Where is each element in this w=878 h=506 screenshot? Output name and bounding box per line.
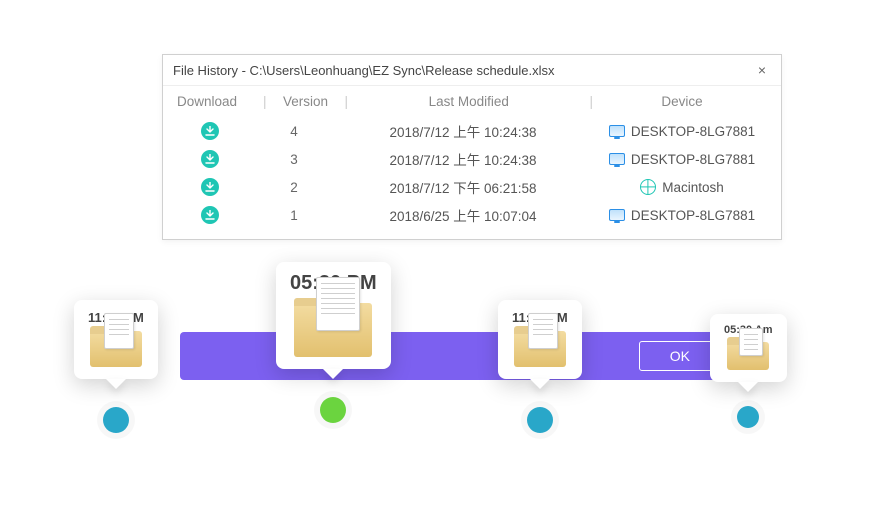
- cell-version: 4: [259, 124, 329, 139]
- cell-modified: 2018/6/25 上午 10:07:04: [329, 205, 597, 225]
- window-title: File History - C:\Users\Leonhuang\EZ Syn…: [173, 63, 753, 78]
- cell-version: 2: [259, 180, 329, 195]
- cell-modified: 2018/7/12 上午 10:24:38: [329, 121, 597, 141]
- document-icon: [104, 313, 134, 349]
- timeline-dot[interactable]: [737, 406, 759, 428]
- download-icon[interactable]: [201, 178, 219, 196]
- document-icon: [528, 313, 558, 349]
- cell-device: DESKTOP-8LG7881: [597, 208, 767, 223]
- titlebar: File History - C:\Users\Leonhuang\EZ Syn…: [163, 55, 781, 86]
- download-icon[interactable]: [201, 206, 219, 224]
- cell-modified: 2018/7/12 下午 06:21:58: [329, 177, 597, 197]
- version-card[interactable]: 11:30 PM: [498, 300, 582, 379]
- monitor-icon: [609, 209, 625, 221]
- cell-version: 3: [259, 152, 329, 167]
- document-icon: [739, 328, 763, 356]
- table-row: 2 2018/7/12 下午 06:21:58 Macintosh: [177, 173, 767, 201]
- timeline-marker: 05:30 Am: [710, 314, 787, 428]
- cell-device: Macintosh: [597, 179, 767, 195]
- header-separator: |: [341, 94, 353, 109]
- cell-device: DESKTOP-8LG7881: [597, 152, 767, 167]
- download-icon[interactable]: [201, 150, 219, 168]
- header-separator: |: [259, 94, 271, 109]
- document-icon: [316, 277, 360, 331]
- cell-device: DESKTOP-8LG7881: [597, 124, 767, 139]
- monitor-icon: [609, 153, 625, 165]
- timeline-dot[interactable]: [527, 407, 553, 433]
- timeline-marker: 11:30 PM: [498, 300, 582, 433]
- ok-button[interactable]: OK: [639, 341, 721, 371]
- action-ribbon: OK: [180, 332, 755, 380]
- header-download: Download: [177, 94, 259, 109]
- version-card[interactable]: 05:30 Am: [710, 314, 787, 382]
- cell-modified: 2018/7/12 上午 10:24:38: [329, 149, 597, 169]
- header-device: Device: [597, 94, 767, 109]
- table-row: 4 2018/7/12 上午 10:24:38 DESKTOP-8LG7881: [177, 117, 767, 145]
- timeline-dot-active[interactable]: [320, 397, 346, 423]
- monitor-icon: [609, 125, 625, 137]
- folder-icon: [294, 303, 372, 357]
- close-icon[interactable]: ×: [753, 61, 771, 79]
- folder-icon: [90, 331, 142, 367]
- header-version: Version: [271, 94, 341, 109]
- file-history-dialog: File History - C:\Users\Leonhuang\EZ Syn…: [162, 54, 782, 240]
- table-body: 4 2018/7/12 上午 10:24:38 DESKTOP-8LG7881 …: [163, 115, 781, 239]
- header-separator: |: [585, 94, 597, 109]
- download-icon[interactable]: [201, 122, 219, 140]
- timeline-marker: 11:30 AM: [74, 300, 158, 433]
- header-last-modified: Last Modified: [352, 94, 585, 109]
- version-card[interactable]: 05:30 PM: [276, 262, 391, 369]
- table-headers: Download | Version | Last Modified | Dev…: [163, 86, 781, 115]
- folder-icon: [514, 331, 566, 367]
- timeline-marker: 05:30 PM: [276, 262, 391, 423]
- cell-version: 1: [259, 208, 329, 223]
- timeline-dot[interactable]: [103, 407, 129, 433]
- folder-icon: [727, 342, 769, 370]
- globe-icon: [640, 179, 656, 195]
- table-row: 1 2018/6/25 上午 10:07:04 DESKTOP-8LG7881: [177, 201, 767, 229]
- version-card[interactable]: 11:30 AM: [74, 300, 158, 379]
- table-row: 3 2018/7/12 上午 10:24:38 DESKTOP-8LG7881: [177, 145, 767, 173]
